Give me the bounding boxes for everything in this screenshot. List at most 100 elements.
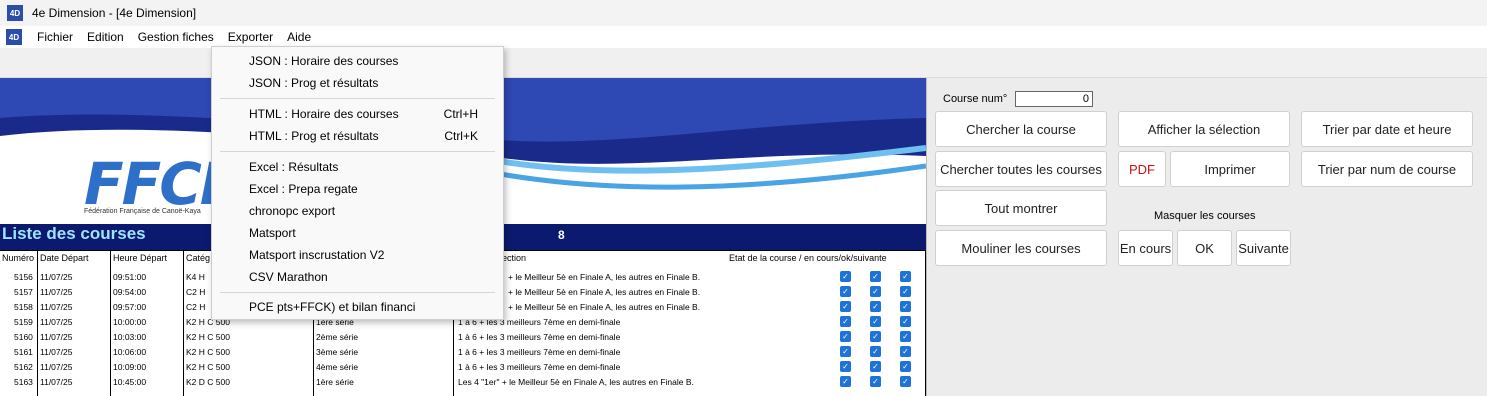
cell-date: 11/07/25	[40, 272, 73, 282]
cell-numero: 5163	[14, 377, 33, 387]
menubar-app-icon[interactable]: 4D	[6, 29, 22, 45]
cell-selection: + le Meilleur 5è en Finale A, les autres…	[508, 302, 701, 312]
suivante-checkbox[interactable]: ✓	[900, 271, 911, 282]
suivante-checkbox[interactable]: ✓	[900, 376, 911, 387]
menu-item-label: HTML : Prog et résultats	[249, 129, 379, 143]
trier-date-button[interactable]: Trier par date et heure	[1301, 111, 1473, 147]
cell-categorie: K4 H	[186, 272, 205, 282]
app-icon: 4D	[7, 5, 23, 21]
col-header-etat[interactable]: Etat de la course / en cours/ok/suivante	[729, 253, 887, 263]
menu-item-html-horaire[interactable]: HTML : Horaire des courses Ctrl+H	[212, 103, 503, 125]
en-cours-checkbox[interactable]: ✓	[840, 361, 851, 372]
cell-date: 11/07/25	[40, 362, 73, 372]
col-header-categorie[interactable]: Catég	[186, 253, 210, 263]
table-row[interactable]: 5160 11/07/25 10:03:00 K2 H C 500 2ème s…	[0, 330, 926, 345]
suivante-button[interactable]: Suivante	[1236, 230, 1291, 266]
ok-checkbox[interactable]: ✓	[870, 286, 881, 297]
suivante-checkbox[interactable]: ✓	[900, 301, 911, 312]
menu-item-chronopc[interactable]: chronopc export	[212, 200, 503, 222]
cell-selection: 1 à 6 + les 3 meilleurs 7ème en demi-fin…	[458, 332, 621, 342]
mouliner-button[interactable]: Mouliner les courses	[935, 230, 1107, 266]
tout-montrer-button[interactable]: Tout montrer	[935, 190, 1107, 226]
en-cours-checkbox[interactable]: ✓	[840, 331, 851, 342]
ok-button[interactable]: OK	[1177, 230, 1232, 266]
cell-numero: 5161	[14, 347, 33, 357]
en-cours-checkbox[interactable]: ✓	[840, 301, 851, 312]
menu-item-label: CSV Marathon	[249, 270, 328, 284]
en-cours-checkbox[interactable]: ✓	[840, 271, 851, 282]
menu-aide[interactable]: Aide	[280, 26, 318, 48]
pdf-button[interactable]: PDF	[1118, 151, 1166, 187]
trier-num-button[interactable]: Trier par num de course	[1301, 151, 1473, 187]
menu-item-label: HTML : Horaire des courses	[249, 107, 399, 121]
cell-serie: 2ème série	[316, 332, 359, 342]
menu-item-html-prog[interactable]: HTML : Prog et résultats Ctrl+K	[212, 125, 503, 147]
controls-panel: Course num° 0 Chercher la course Affiche…	[926, 78, 1487, 396]
cell-date: 11/07/25	[40, 347, 73, 357]
cell-numero: 5156	[14, 272, 33, 282]
table-row[interactable]: 5163 11/07/25 10:45:00 K2 D C 500 1ère s…	[0, 375, 926, 390]
afficher-selection-button[interactable]: Afficher la sélection	[1118, 111, 1290, 147]
course-num-input[interactable]: 0	[1015, 91, 1093, 107]
menu-item-pce-bilan[interactable]: PCE pts+FFCK) et bilan financi	[212, 296, 503, 318]
title-bar: 4D 4e Dimension - [4e Dimension]	[0, 0, 1487, 26]
ok-checkbox[interactable]: ✓	[870, 316, 881, 327]
menu-exporter[interactable]: Exporter	[220, 26, 281, 48]
menu-item-json-horaire[interactable]: JSON : Horaire des courses	[212, 50, 503, 72]
menu-edition[interactable]: Edition	[80, 26, 131, 48]
cell-numero: 5160	[14, 332, 33, 342]
menu-item-json-prog[interactable]: JSON : Prog et résultats	[212, 72, 503, 94]
ok-checkbox[interactable]: ✓	[870, 361, 881, 372]
cell-categorie: C2 H	[186, 287, 206, 297]
cell-numero: 5157	[14, 287, 33, 297]
cell-selection: 1 à 6 + les 3 meilleurs 7ème en demi-fin…	[458, 347, 621, 357]
cell-numero: 5159	[14, 317, 33, 327]
table-row[interactable]: 5161 11/07/25 10:06:00 K2 H C 500 3ème s…	[0, 345, 926, 360]
menu-item-excel-resultats[interactable]: Excel : Résultats	[212, 156, 503, 178]
cell-serie: 3ème série	[316, 347, 359, 357]
ok-checkbox[interactable]: ✓	[870, 301, 881, 312]
list-count: 8	[558, 228, 565, 242]
cell-categorie: K2 H C 500	[186, 332, 230, 342]
col-header-heure[interactable]: Heure Départ	[113, 253, 167, 263]
masquer-label: Masquer les courses	[1154, 210, 1256, 222]
menu-item-csv-marathon[interactable]: CSV Marathon	[212, 266, 503, 288]
en-cours-checkbox[interactable]: ✓	[840, 376, 851, 387]
window-title: 4e Dimension - [4e Dimension]	[32, 6, 197, 20]
cell-heure: 10:09:00	[113, 362, 147, 372]
col-header-numero[interactable]: Numéro	[2, 253, 34, 263]
suivante-checkbox[interactable]: ✓	[900, 346, 911, 357]
en-cours-checkbox[interactable]: ✓	[840, 316, 851, 327]
cell-categorie: K2 H C 500	[186, 362, 230, 372]
suivante-checkbox[interactable]: ✓	[900, 331, 911, 342]
ffck-logo-subtitle: Fédération Française de Canoë-Kaya	[84, 208, 201, 215]
menu-item-label: Matsport inscrustation V2	[249, 248, 385, 262]
chercher-course-button[interactable]: Chercher la course	[935, 111, 1107, 147]
chercher-toutes-button[interactable]: Chercher toutes les courses	[935, 151, 1107, 187]
table-row[interactable]: 5162 11/07/25 10:09:00 K2 H C 500 4ème s…	[0, 360, 926, 375]
menu-item-label: Excel : Résultats	[249, 160, 339, 174]
ok-checkbox[interactable]: ✓	[870, 331, 881, 342]
ok-checkbox[interactable]: ✓	[870, 376, 881, 387]
ok-checkbox[interactable]: ✓	[870, 271, 881, 282]
en-cours-checkbox[interactable]: ✓	[840, 286, 851, 297]
en-cours-button[interactable]: En cours	[1118, 230, 1173, 266]
col-header-date[interactable]: Date Départ	[40, 253, 89, 263]
menu-item-matsport-v2[interactable]: Matsport inscrustation V2	[212, 244, 503, 266]
menu-fichier[interactable]: Fichier	[30, 26, 80, 48]
menu-item-label: PCE pts+FFCK) et bilan financi	[249, 300, 416, 314]
menu-separator	[220, 292, 495, 293]
menu-item-matsport[interactable]: Matsport	[212, 222, 503, 244]
suivante-checkbox[interactable]: ✓	[900, 286, 911, 297]
imprimer-button[interactable]: Imprimer	[1170, 151, 1290, 187]
en-cours-checkbox[interactable]: ✓	[840, 346, 851, 357]
suivante-checkbox[interactable]: ✓	[900, 316, 911, 327]
cell-heure: 10:00:00	[113, 317, 147, 327]
cell-heure: 10:06:00	[113, 347, 147, 357]
cell-categorie: C2 H	[186, 302, 206, 312]
ok-checkbox[interactable]: ✓	[870, 346, 881, 357]
suivante-checkbox[interactable]: ✓	[900, 361, 911, 372]
menu-item-excel-prepa[interactable]: Excel : Prepa regate	[212, 178, 503, 200]
menu-item-shortcut: Ctrl+K	[444, 129, 478, 143]
menu-gestion-fiches[interactable]: Gestion fiches	[131, 26, 221, 48]
